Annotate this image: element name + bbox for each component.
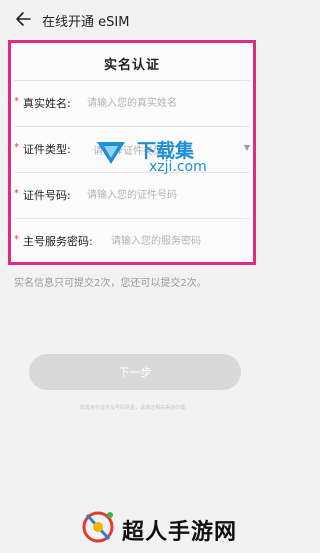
- brand-logo-icon: [82, 511, 114, 543]
- required-mark: *: [14, 142, 19, 153]
- form-row-service-password: * 主号服务密码:: [11, 219, 253, 265]
- real-name-label: 真实姓名:: [23, 97, 71, 110]
- download-logo-icon: [97, 142, 125, 164]
- footer-brand-text: 超人手游网: [122, 520, 238, 545]
- real-name-input[interactable]: [87, 93, 237, 113]
- form-row-real-name: * 真实姓名:: [11, 81, 253, 127]
- service-password-label: 主号服务密码:: [23, 235, 93, 248]
- arrow-left-icon[interactable]: [14, 6, 36, 32]
- page-title: 在线开通 eSIM: [42, 15, 130, 30]
- service-password-input[interactable]: [111, 231, 246, 251]
- watermark: 下载集 xzji.com: [91, 136, 251, 180]
- watermark-subtitle: xzji.com: [149, 159, 207, 175]
- fine-print: 如需身份证件及号码变更，请通过相关渠道办理。: [79, 405, 190, 411]
- footer-brand: 超人手游网: [78, 505, 258, 549]
- next-button[interactable]: 下一步: [29, 354, 241, 390]
- form-heading: 实名认证: [103, 58, 160, 73]
- submit-limit-notice: 实名信息只可提交2次，您还可以提交2次。: [14, 278, 207, 289]
- required-mark: *: [14, 96, 19, 107]
- id-number-label: 证件号码:: [23, 189, 71, 202]
- required-mark: *: [14, 234, 19, 245]
- id-type-label: 证件类型:: [23, 143, 71, 156]
- header-bar: 在线开通 eSIM: [0, 0, 270, 40]
- id-number-input[interactable]: [87, 185, 237, 205]
- required-mark: *: [14, 188, 19, 199]
